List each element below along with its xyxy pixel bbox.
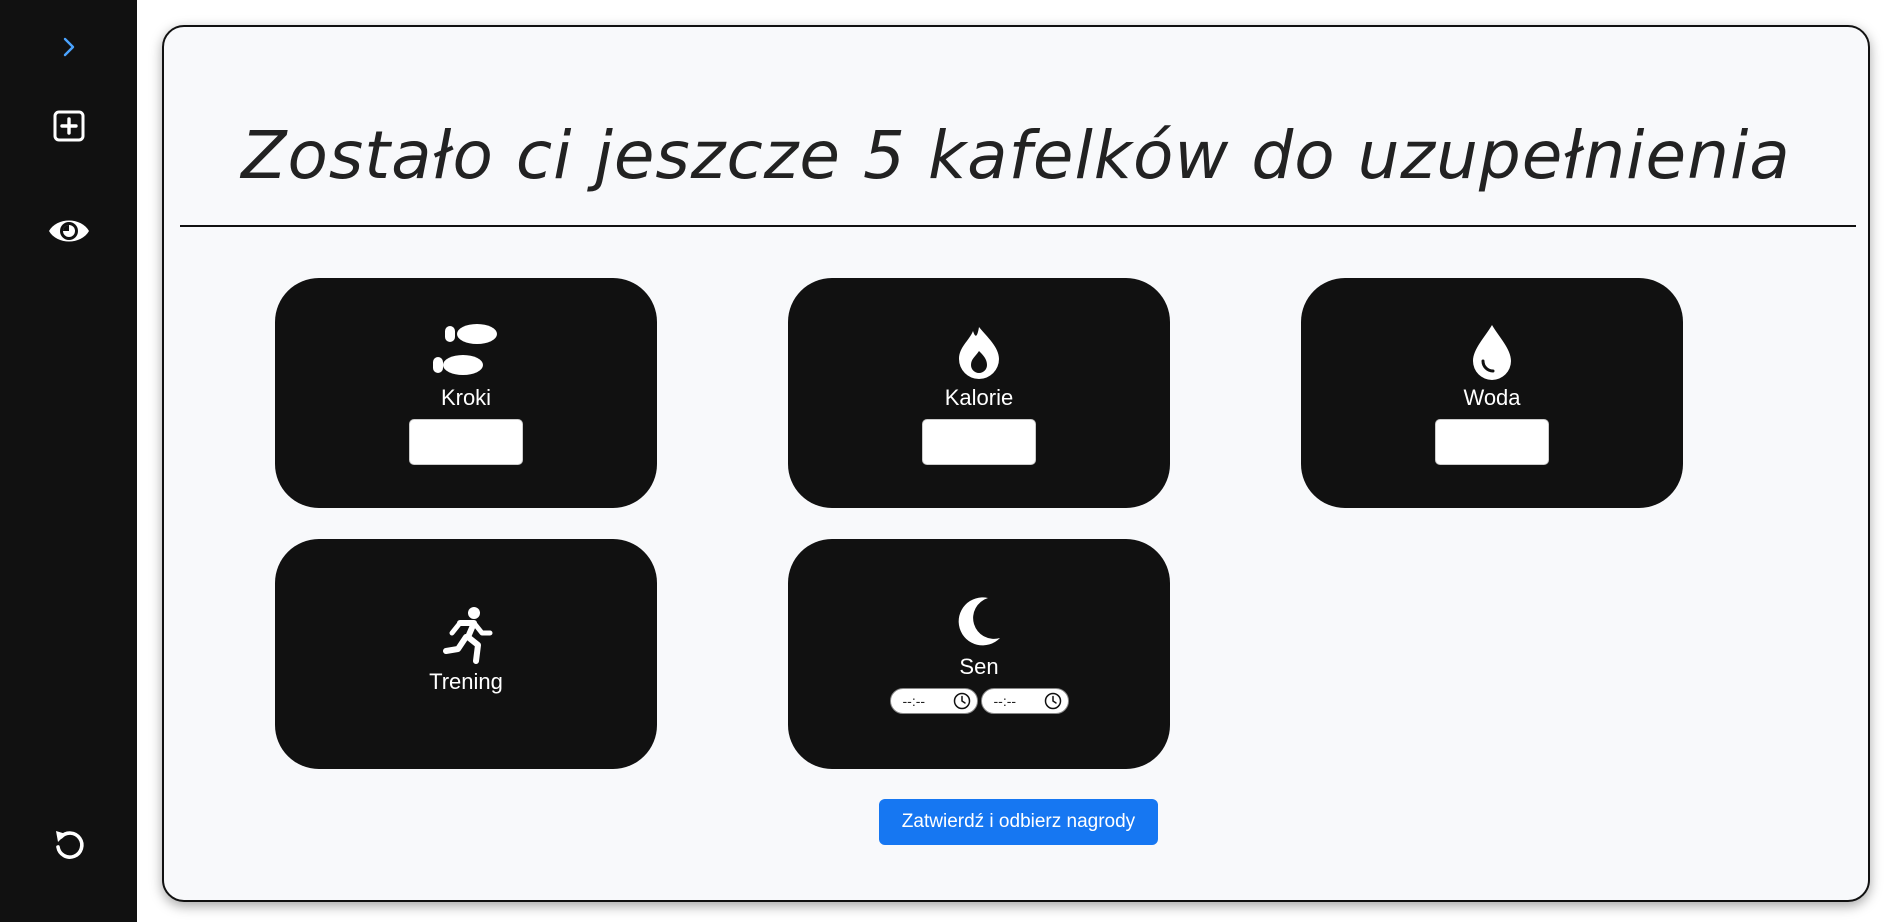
moon-icon: [958, 597, 1000, 646]
eye-icon: [48, 220, 89, 242]
tile-sen[interactable]: Sen --:-- --:--: [788, 539, 1170, 769]
footprints-icon: [433, 324, 497, 375]
clock-icon[interactable]: [953, 692, 971, 710]
preview-button[interactable]: [0, 209, 137, 253]
tile-label: Sen: [959, 654, 999, 679]
tile-label: Kalorie: [944, 385, 1014, 410]
sleep-end-time-input[interactable]: --:--: [980, 688, 1069, 714]
tile-kalorie[interactable]: Kalorie: [788, 278, 1170, 508]
reset-button[interactable]: [0, 822, 137, 866]
submit-rewards-button[interactable]: Zatwierdź i odbierz nagrody: [879, 799, 1158, 845]
chevron-right-icon: [63, 37, 74, 57]
clock-icon[interactable]: [1044, 692, 1062, 710]
tile-woda[interactable]: Woda: [1301, 278, 1683, 508]
sidebar: [0, 0, 137, 922]
title-divider: [180, 225, 1856, 227]
tile-kroki[interactable]: Kroki: [275, 278, 657, 508]
calories-input[interactable]: [922, 419, 1036, 465]
tile-label: Woda: [1463, 385, 1521, 410]
time-value: --:--: [902, 693, 926, 709]
tile-label: Kroki: [440, 385, 492, 410]
tile-trening[interactable]: Trening: [275, 539, 657, 769]
sleep-time-range: --:-- --:--: [889, 688, 1069, 714]
main-panel: Zostało ci jeszcze 5 kafelków do uzupełn…: [162, 25, 1870, 902]
expand-sidebar-button[interactable]: [0, 28, 137, 66]
tile-label: Trening: [429, 669, 503, 694]
page-title: Zostało ci jeszcze 5 kafelków do uzupełn…: [241, 117, 1791, 194]
water-input[interactable]: [1435, 419, 1549, 465]
steps-input[interactable]: [409, 419, 523, 465]
rotate-ccw-icon: [55, 831, 84, 859]
plus-square-icon: [53, 110, 84, 142]
sleep-start-time-input[interactable]: --:--: [889, 688, 978, 714]
time-value: --:--: [993, 693, 1017, 709]
running-person-icon: [443, 607, 493, 664]
water-drop-icon: [1473, 325, 1511, 380]
add-tile-button[interactable]: [0, 104, 137, 148]
flame-icon: [959, 327, 999, 379]
